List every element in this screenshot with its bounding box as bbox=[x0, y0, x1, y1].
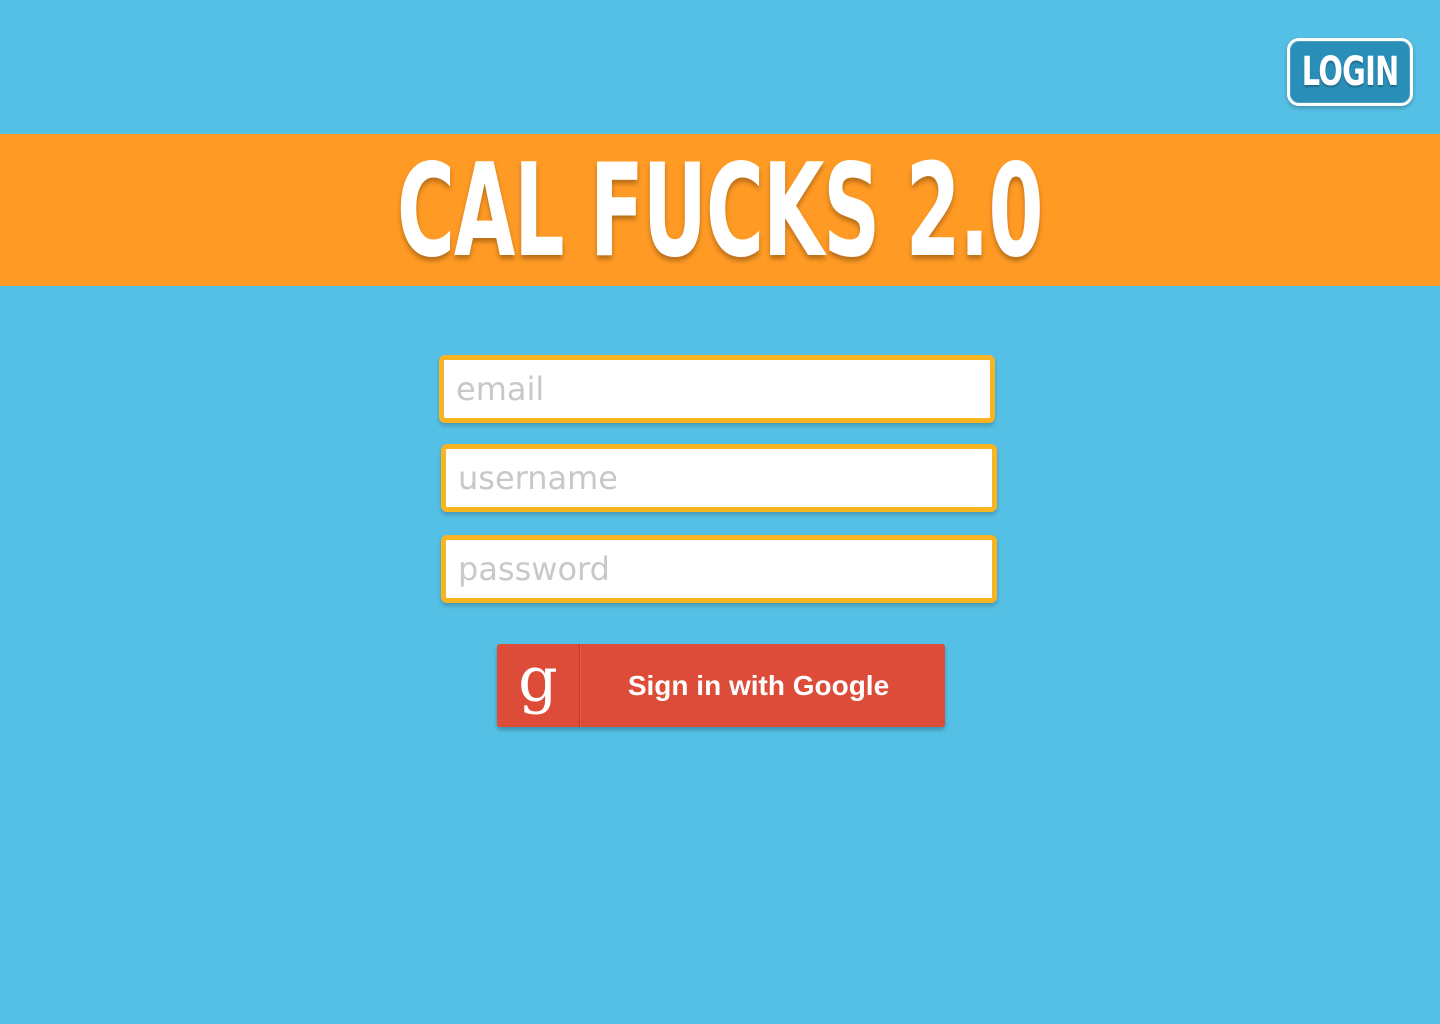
password-field-container bbox=[441, 535, 997, 603]
username-input[interactable] bbox=[446, 449, 992, 507]
page-title: CAL FUCKS 2.0 bbox=[397, 137, 1044, 286]
login-button[interactable]: LOGIN bbox=[1287, 38, 1413, 106]
title-banner: CAL FUCKS 2.0 bbox=[0, 134, 1440, 286]
password-input[interactable] bbox=[446, 540, 992, 598]
google-g-icon: g bbox=[518, 644, 558, 716]
email-input[interactable] bbox=[444, 360, 990, 418]
google-icon-box: g bbox=[497, 644, 580, 727]
username-field-container bbox=[441, 444, 997, 512]
google-sign-in-button[interactable]: g Sign in with Google bbox=[497, 644, 945, 727]
login-button-label: LOGIN bbox=[1301, 49, 1399, 95]
google-sign-in-label: Sign in with Google bbox=[627, 669, 890, 701]
email-field-container bbox=[439, 355, 995, 423]
